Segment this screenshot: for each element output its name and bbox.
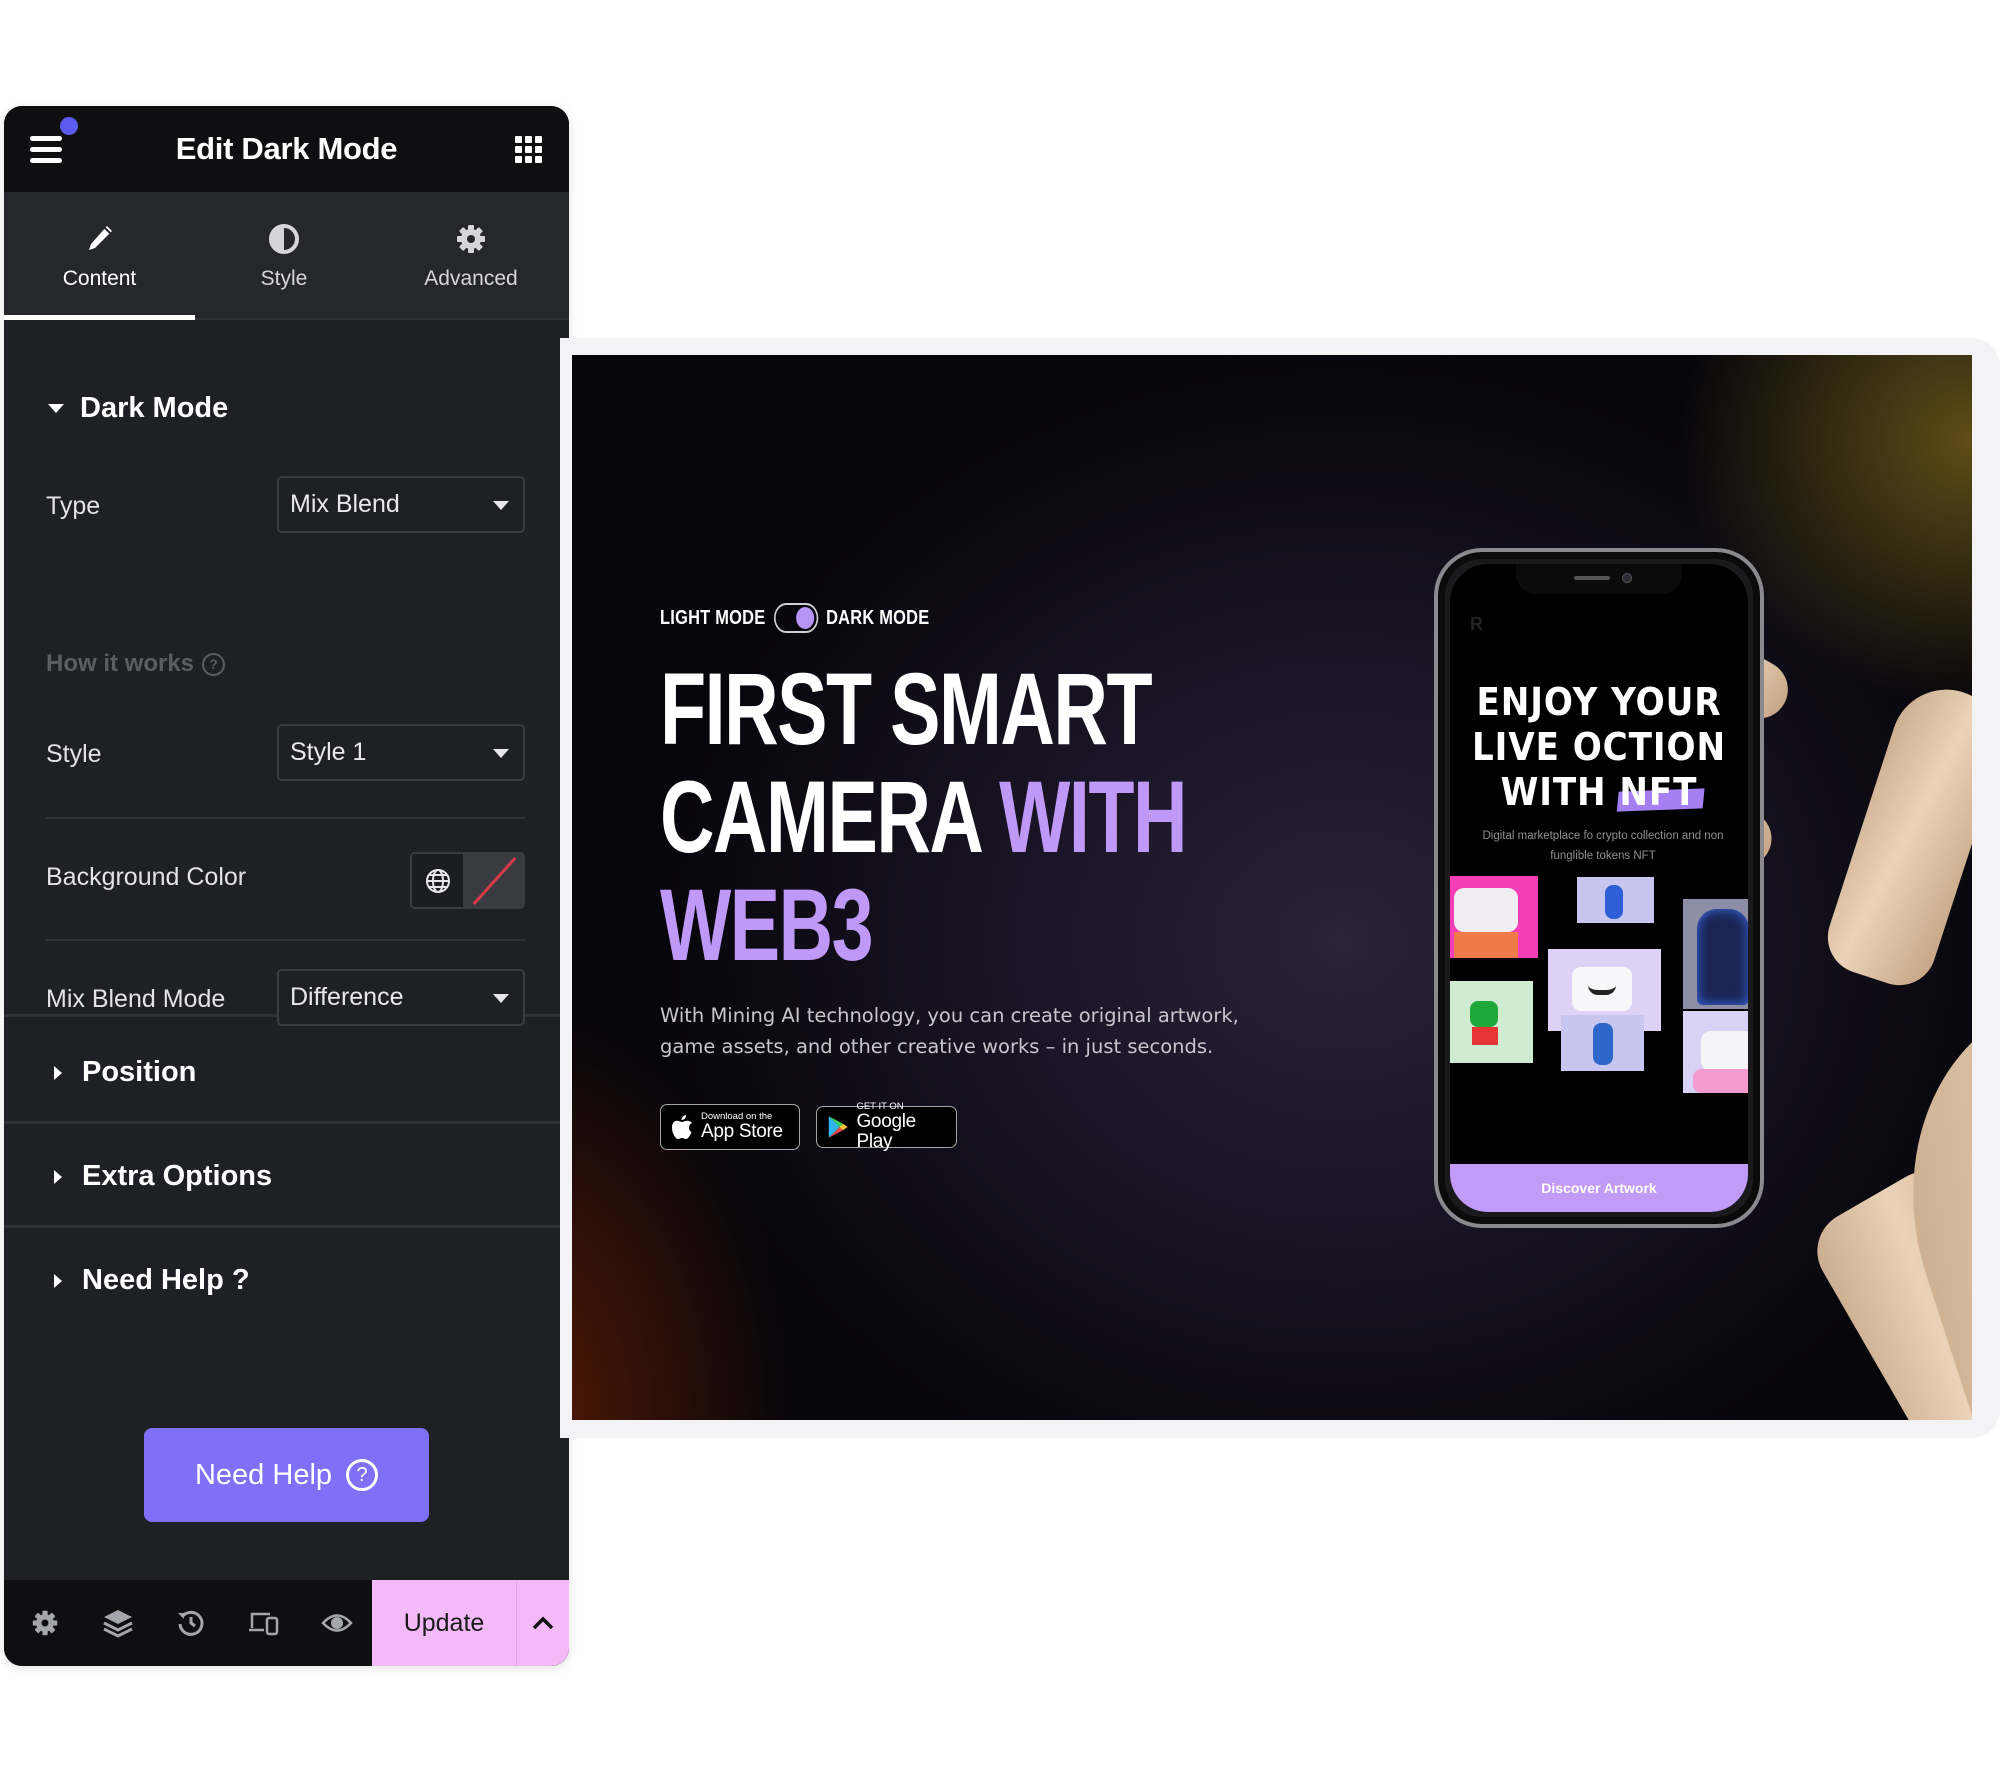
style-select[interactable]: Style 1 bbox=[277, 724, 525, 781]
headline-accent: WITH bbox=[999, 760, 1187, 874]
section-need-help-header[interactable]: Need Help ? bbox=[48, 1264, 250, 1297]
divider bbox=[46, 939, 525, 941]
page-preview: LIGHT MODE DARK MODE FIRST SMART CAMERA … bbox=[572, 355, 1972, 1420]
panel-title: Edit Dark Mode bbox=[175, 131, 398, 166]
tab-style[interactable]: Style bbox=[195, 192, 373, 318]
dark-mode-label: DARK MODE bbox=[826, 606, 930, 629]
phone-title-line-1: ENJOY YOUR bbox=[1476, 680, 1722, 724]
chevron-up-icon[interactable] bbox=[517, 1580, 569, 1666]
google-play-icon bbox=[828, 1116, 848, 1138]
section-extra-options[interactable]: Extra Options bbox=[4, 1124, 569, 1228]
mix-blend-mode-select[interactable]: Difference bbox=[277, 969, 525, 1026]
eye-icon[interactable] bbox=[300, 1580, 373, 1666]
type-select-value: Mix Blend bbox=[290, 490, 400, 518]
background-color-label: Background Color bbox=[46, 863, 247, 891]
style-select-value: Style 1 bbox=[290, 738, 367, 766]
gplay-big-text: Google Play bbox=[856, 1111, 916, 1152]
section-title: Need Help ? bbox=[82, 1264, 250, 1296]
chevron-down-icon bbox=[493, 994, 509, 1003]
phone-title-highlight: NFT bbox=[1619, 770, 1698, 814]
notification-dot bbox=[60, 117, 78, 135]
headline-line-3: WEB3 bbox=[660, 868, 874, 982]
phone-mockup: R ENJOY YOUR LIVE OCTION WITH NFT Digita… bbox=[1434, 548, 1764, 1228]
section-extra-options-header[interactable]: Extra Options bbox=[48, 1160, 272, 1193]
wooden-hand-thumb bbox=[1818, 675, 1972, 995]
phone-title-line-2: LIVE OCTION bbox=[1471, 725, 1727, 769]
tab-label: Content bbox=[62, 267, 137, 290]
mix-blend-select-value: Difference bbox=[290, 983, 404, 1011]
question-icon: ? bbox=[202, 652, 226, 676]
grid-icon[interactable] bbox=[515, 136, 542, 163]
apple-icon bbox=[672, 1115, 692, 1139]
chevron-down-icon bbox=[493, 501, 509, 510]
hero-headline: FIRST SMART CAMERA WITH WEB3 bbox=[660, 652, 1187, 982]
update-button[interactable]: Update bbox=[372, 1580, 517, 1666]
appstore-big-text: App Store bbox=[701, 1121, 783, 1142]
caret-right-icon bbox=[54, 1065, 62, 1080]
caret-down-icon bbox=[48, 404, 64, 413]
hero-subtext: With Mining AI technology, you can creat… bbox=[660, 1004, 1239, 1058]
panel-header: Edit Dark Mode bbox=[4, 106, 569, 192]
type-label: Type bbox=[46, 492, 101, 520]
history-icon[interactable] bbox=[154, 1580, 227, 1666]
mode-switch[interactable] bbox=[773, 603, 818, 633]
style-label: Style bbox=[46, 740, 102, 768]
globe-icon[interactable] bbox=[412, 854, 463, 907]
gear-icon bbox=[455, 219, 487, 259]
chevron-down-icon bbox=[493, 749, 509, 758]
editor-panel: Edit Dark Mode Content Style Advanced Da… bbox=[4, 106, 569, 1666]
panel-tabs: Content Style Advanced bbox=[4, 192, 569, 320]
section-title: Extra Options bbox=[82, 1160, 273, 1192]
headline-line-2: CAMERA bbox=[660, 760, 981, 874]
headline-line-1: FIRST SMART bbox=[660, 652, 1153, 766]
tab-advanced[interactable]: Advanced bbox=[373, 192, 569, 318]
type-select[interactable]: Mix Blend bbox=[277, 476, 525, 533]
pencil-icon bbox=[85, 219, 115, 259]
section-title: Dark Mode bbox=[80, 392, 229, 424]
panel-footer: Update bbox=[4, 1580, 569, 1666]
tab-label: Advanced bbox=[424, 267, 518, 290]
light-mode-label: LIGHT MODE bbox=[660, 606, 766, 629]
tab-content[interactable]: Content bbox=[4, 192, 195, 320]
phone-screen: R ENJOY YOUR LIVE OCTION WITH NFT Digita… bbox=[1450, 564, 1748, 1212]
background-color-control bbox=[410, 852, 525, 909]
section-title: Position bbox=[82, 1056, 197, 1088]
section-need-help[interactable]: Need Help ? bbox=[4, 1228, 569, 1332]
need-help-button[interactable]: Need Help ? bbox=[144, 1428, 429, 1522]
settings-gear-icon[interactable] bbox=[8, 1580, 81, 1666]
caret-right-icon bbox=[54, 1273, 62, 1288]
google-play-button[interactable]: GET IT ON Google Play bbox=[816, 1102, 957, 1152]
phone-title-line-3: WITH bbox=[1500, 770, 1607, 814]
section-position[interactable]: Position bbox=[4, 1020, 569, 1124]
how-it-works-label: How it works bbox=[46, 650, 195, 677]
section-position-header[interactable]: Position bbox=[48, 1056, 196, 1089]
section-dark-mode-header[interactable]: Dark Mode bbox=[48, 392, 228, 425]
half-circle-icon bbox=[268, 219, 300, 259]
responsive-icon[interactable] bbox=[227, 1580, 300, 1666]
caret-right-icon bbox=[54, 1169, 62, 1184]
dark-mode-toggle: LIGHT MODE DARK MODE bbox=[660, 603, 929, 633]
layers-icon[interactable] bbox=[81, 1580, 154, 1666]
divider bbox=[46, 817, 525, 819]
need-help-label: Need Help bbox=[194, 1458, 333, 1491]
question-icon: ? bbox=[346, 1459, 379, 1491]
phone-title: ENJOY YOUR LIVE OCTION WITH NFT bbox=[1465, 680, 1733, 815]
tab-label: Style bbox=[260, 267, 308, 290]
color-swatch-empty[interactable] bbox=[463, 854, 523, 907]
mix-blend-mode-label: Mix Blend Mode bbox=[46, 985, 226, 1013]
section-dark-mode: Dark Mode Type Mix Blend How it works ? … bbox=[4, 322, 569, 1026]
hamburger-icon[interactable] bbox=[30, 136, 66, 166]
app-store-button[interactable]: Download on the App Store bbox=[660, 1104, 800, 1150]
how-it-works-link[interactable]: How it works ? bbox=[46, 650, 226, 678]
